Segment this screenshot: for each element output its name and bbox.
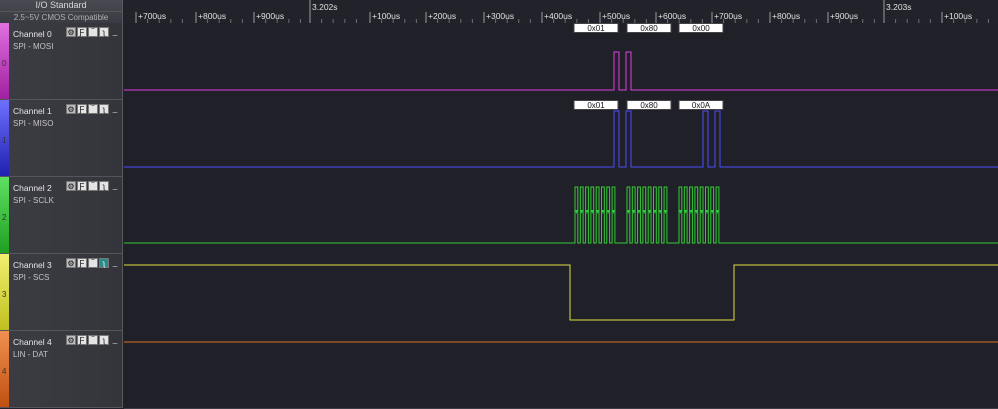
timeline-tick-label: +100us bbox=[944, 11, 972, 21]
channel-3-gear-icon[interactable]: ⚙ bbox=[66, 258, 76, 268]
timeline-tick-label: +500us bbox=[602, 11, 630, 21]
channel-4-signal: LIN - DAT bbox=[13, 350, 48, 359]
channel-0-waveform: 0x01 0x80 0x00 bbox=[124, 23, 998, 91]
channel-4-high-level-trigger-icon[interactable]: ‾ bbox=[88, 335, 98, 345]
channel-4-name[interactable]: Channel 4 bbox=[13, 337, 52, 347]
timeline-ruler-svg: +700us +800us +900us 3.202s +100us +200us +300… bbox=[135, 0, 989, 23]
channel-2-waveform bbox=[124, 186, 998, 244]
channel-0-decode-label: 0x00 bbox=[692, 24, 710, 33]
channel-2-sidebar[interactable]: 2 Channel 2 SPI - SCLK ⚙ Ƒ ‾ ʅ _ bbox=[0, 177, 123, 254]
channel-3-index: 3 bbox=[2, 290, 7, 299]
timeline-tick-label: +400us bbox=[544, 11, 572, 21]
channel-1-high-level-trigger-icon[interactable]: ‾ bbox=[88, 104, 98, 114]
timeline-tick-label: +300us bbox=[486, 11, 514, 21]
io-standard-title: I/O Standard bbox=[35, 0, 87, 10]
channel-1-signal: SPI - MISO bbox=[13, 119, 54, 128]
channel-0-gear-icon[interactable]: ⚙ bbox=[66, 27, 76, 37]
timeline-tick-label: 3.203s bbox=[886, 2, 912, 12]
channel-3-signal: SPI - SCS bbox=[13, 273, 50, 282]
channel-2-falling-edge-trigger-icon[interactable]: ʅ bbox=[99, 181, 109, 191]
channel-4-falling-edge-trigger-icon[interactable]: ʅ bbox=[99, 335, 109, 345]
timeline-tick-label: +800us bbox=[772, 11, 800, 21]
channel-2-rising-edge-trigger-icon[interactable]: Ƒ bbox=[77, 181, 87, 191]
channel-2-waveform-lane[interactable] bbox=[124, 177, 998, 255]
channel-3-waveform bbox=[124, 264, 998, 321]
channel-2-high-level-trigger-icon[interactable]: ‾ bbox=[88, 181, 98, 191]
channel-4-gear-icon[interactable]: ⚙ bbox=[66, 335, 76, 345]
timeline-tick-label: +200us bbox=[428, 11, 456, 21]
channel-1-decode-label: 0x01 bbox=[587, 101, 605, 110]
channel-0-decode-label: 0x80 bbox=[640, 24, 658, 33]
channel-0-low-level-trigger-icon[interactable]: _ bbox=[110, 27, 120, 37]
channel-1-name[interactable]: Channel 1 bbox=[13, 106, 52, 116]
channel-0-decode-label: 0x01 bbox=[587, 24, 605, 33]
timeline-tick-label: 3.202s bbox=[312, 2, 338, 12]
channel-3-low-level-trigger-icon[interactable]: _ bbox=[110, 258, 120, 268]
channel-4-waveform-lane[interactable] bbox=[124, 331, 998, 409]
channel-1-falling-edge-trigger-icon[interactable]: ʅ bbox=[99, 104, 109, 114]
timeline-tick-label: +700us bbox=[714, 11, 742, 21]
channel-1-index: 1 bbox=[2, 136, 7, 145]
timeline-tick-label: +900us bbox=[830, 11, 858, 21]
timeline-tick-label: +900us bbox=[256, 11, 284, 21]
channel-4-sidebar[interactable]: 4 Channel 4 LIN - DAT ⚙ Ƒ ‾ ʅ _ bbox=[0, 331, 123, 408]
channel-1-decode-label: 0x0A bbox=[692, 101, 711, 110]
channel-3-rising-edge-trigger-icon[interactable]: Ƒ bbox=[77, 258, 87, 268]
channel-0-trace bbox=[124, 51, 998, 91]
channel-1-waveform: 0x01 0x80 0x0A bbox=[124, 100, 998, 168]
io-standard-header[interactable]: I/O Standard 2.5~5V CMOS Compatible bbox=[0, 0, 123, 23]
channel-2-name[interactable]: Channel 2 bbox=[13, 183, 52, 193]
channel-4-rising-edge-trigger-icon[interactable]: Ƒ bbox=[77, 335, 87, 345]
timeline-tick-label: +800us bbox=[198, 11, 226, 21]
channel-0-index: 0 bbox=[2, 59, 7, 68]
channel-3-sidebar[interactable]: 3 Channel 3 SPI - SCS ⚙ Ƒ ‾ ʅ _ bbox=[0, 254, 123, 331]
io-standard-subtitle: 2.5~5V CMOS Compatible bbox=[0, 11, 122, 23]
channel-0-name[interactable]: Channel 0 bbox=[13, 29, 52, 39]
channel-2-index: 2 bbox=[2, 213, 7, 222]
channel-1-sidebar[interactable]: 1 Channel 1 SPI - MISO ⚙ Ƒ ‾ ʅ _ bbox=[0, 100, 123, 177]
channel-0-rising-edge-trigger-icon[interactable]: Ƒ bbox=[77, 27, 87, 37]
channel-1-waveform-lane[interactable]: 0x01 0x80 0x0A bbox=[124, 100, 998, 178]
timeline-ruler[interactable]: +700us +800us +900us 3.202s +100us +200us +300… bbox=[124, 0, 998, 24]
channel-0-waveform-lane[interactable]: 0x01 0x80 0x00 bbox=[124, 23, 998, 101]
channel-4-index: 4 bbox=[2, 367, 7, 376]
channel-2-low-level-trigger-icon[interactable]: _ bbox=[110, 181, 120, 191]
channel-1-rising-edge-trigger-icon[interactable]: Ƒ bbox=[77, 104, 87, 114]
channel-3-falling-edge-trigger-icon[interactable]: ʅ bbox=[99, 258, 109, 268]
channel-1-gear-icon[interactable]: ⚙ bbox=[66, 104, 76, 114]
channel-0-signal: SPI - MOSI bbox=[13, 42, 54, 51]
channel-2-signal: SPI - SCLK bbox=[13, 196, 54, 205]
channel-4-low-level-trigger-icon[interactable]: _ bbox=[110, 335, 120, 345]
channel-3-name[interactable]: Channel 3 bbox=[13, 260, 52, 270]
channel-3-high-level-trigger-icon[interactable]: ‾ bbox=[88, 258, 98, 268]
channel-4-waveform bbox=[124, 341, 998, 343]
channel-1-decode-label: 0x80 bbox=[640, 101, 658, 110]
channel-1-low-level-trigger-icon[interactable]: _ bbox=[110, 104, 120, 114]
channel-1-trace bbox=[124, 110, 998, 168]
timeline-tick-label: +700us bbox=[138, 11, 166, 21]
channel-0-falling-edge-trigger-icon[interactable]: ʅ bbox=[99, 27, 109, 37]
channel-0-high-level-trigger-icon[interactable]: ‾ bbox=[88, 27, 98, 37]
channel-0-sidebar[interactable]: 0 Channel 0 SPI - MOSI ⚙ Ƒ ‾ ʅ _ bbox=[0, 23, 123, 100]
channel-3-trace bbox=[124, 264, 998, 321]
timeline-tick-label: +100us bbox=[372, 11, 400, 21]
timeline-tick-label: +600us bbox=[658, 11, 686, 21]
channel-3-waveform-lane[interactable] bbox=[124, 254, 998, 332]
channel-2-gear-icon[interactable]: ⚙ bbox=[66, 181, 76, 191]
channel-2-trace bbox=[124, 186, 998, 244]
